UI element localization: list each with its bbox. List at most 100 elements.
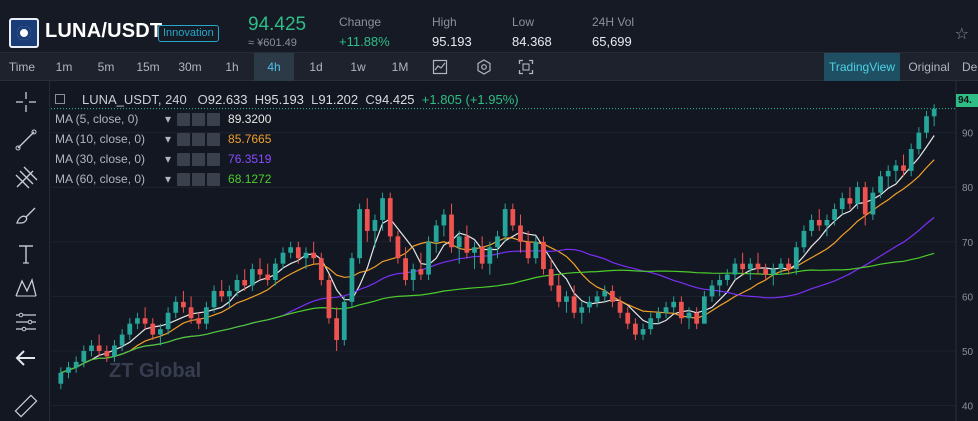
close-value: 94.425 <box>374 92 415 107</box>
candle-body <box>878 176 883 193</box>
candle-body <box>839 198 845 210</box>
interval-30m[interactable]: 30m <box>168 53 212 81</box>
gear-icon[interactable] <box>192 152 206 166</box>
candle-body <box>763 269 769 275</box>
interval-1w[interactable]: 1w <box>338 53 378 81</box>
candle-body <box>265 274 271 281</box>
close-icon[interactable] <box>207 112 221 126</box>
candle-body <box>112 345 117 357</box>
y-tick-label: 40 <box>962 402 974 413</box>
pitchfork-icon[interactable] <box>13 165 39 191</box>
gear-icon[interactable] <box>192 112 206 126</box>
candle-body <box>686 312 692 319</box>
interval-15m[interactable]: 15m <box>128 53 168 81</box>
candle-body <box>487 247 493 264</box>
close-icon[interactable] <box>207 152 221 166</box>
close-label: C <box>365 92 375 107</box>
ticker-header: LUNA/USDT Innovation 94.425 ≈ ¥601.49 Ch… <box>0 0 978 53</box>
candle-body <box>211 290 217 308</box>
candle-body <box>303 252 309 259</box>
study-ma30[interactable]: MA (30, close, 0) ▾ 76.3519 <box>55 149 519 169</box>
star-outline-icon[interactable]: ☆ <box>955 24 969 44</box>
candle-body <box>196 318 202 324</box>
stat-label: High <box>432 15 457 29</box>
candle-body <box>801 230 807 248</box>
candle-body <box>709 285 715 297</box>
view-tradingview-tab[interactable]: TradingView <box>824 53 900 81</box>
close-icon[interactable] <box>207 132 221 146</box>
trendline-icon[interactable] <box>13 127 39 153</box>
price-axis: 90 80 70 60 50 40 <box>955 81 978 421</box>
fiat-price: ≈ ¥601.49 <box>248 37 297 49</box>
candle-body <box>571 296 577 313</box>
y-tick-label: 70 <box>962 238 974 249</box>
study-ma10[interactable]: MA (10, close, 0) ▾ 85.7665 <box>55 129 519 149</box>
ma-line <box>60 159 935 374</box>
stat-volume: 24H Vol 65,699 <box>592 15 634 49</box>
interval-1h[interactable]: 1h <box>212 53 252 81</box>
interval-1d[interactable]: 1d <box>296 53 336 81</box>
candle-body <box>472 247 477 253</box>
candle-body <box>678 301 684 319</box>
candle-body <box>295 247 301 259</box>
interval-4h[interactable]: 4h <box>254 53 294 81</box>
eye-icon[interactable] <box>177 132 191 146</box>
candle-body <box>81 350 87 362</box>
candle-body <box>663 307 669 313</box>
interval-5m[interactable]: 5m <box>84 53 128 81</box>
candle-body <box>518 225 523 242</box>
study-value: 76.3519 <box>228 152 272 166</box>
eye-icon[interactable] <box>177 152 191 166</box>
candle-body <box>556 285 562 302</box>
candle-body <box>418 269 424 275</box>
close-icon[interactable] <box>207 172 221 186</box>
collapse-legend-icon[interactable] <box>55 94 65 104</box>
gear-icon[interactable] <box>192 172 206 186</box>
interval-1M[interactable]: 1M <box>380 53 420 81</box>
candle-body <box>625 312 631 324</box>
stat-label: Low <box>512 15 535 29</box>
low-value: 91.202 <box>318 92 359 107</box>
ohlc-legend: LUNA_USDT, 240 O92.633 H95.193 L91.202 C… <box>55 91 519 109</box>
area-chart-icon[interactable] <box>432 59 448 75</box>
eye-icon[interactable] <box>177 172 191 186</box>
candle-body <box>908 149 914 171</box>
candle-body <box>387 198 393 237</box>
measure-icon[interactable] <box>13 309 39 335</box>
open-label: O <box>197 92 208 107</box>
pattern-icon[interactable] <box>13 275 39 301</box>
y-tick-label: 90 <box>962 129 974 140</box>
candle-body <box>633 323 638 335</box>
gear-icon[interactable] <box>192 132 206 146</box>
candle-body <box>525 241 531 259</box>
candle-body <box>617 301 623 313</box>
view-original-tab[interactable]: Original <box>902 53 956 81</box>
study-ma5[interactable]: MA (5, close, 0) ▾ 89.3200 <box>55 109 519 129</box>
settings-hex-icon[interactable] <box>476 59 492 75</box>
brush-icon[interactable] <box>13 203 39 229</box>
candle-body <box>219 290 225 297</box>
candle-body <box>740 263 746 270</box>
view-depth-tab[interactable]: De <box>958 53 978 81</box>
study-name: MA (5, close, 0) <box>55 112 139 126</box>
candle-body <box>280 252 286 264</box>
study-ma60[interactable]: MA (60, close, 0) ▾ 68.1272 <box>55 169 519 189</box>
candle-body <box>73 361 79 368</box>
study-name: MA (30, close, 0) <box>55 152 146 166</box>
eye-icon[interactable] <box>177 112 191 126</box>
interval-time[interactable]: Time <box>0 53 44 81</box>
text-tool-icon[interactable] <box>13 241 39 267</box>
candle-body <box>364 209 370 231</box>
stat-low: Low 84.368 <box>512 15 552 49</box>
candle-body <box>242 280 248 286</box>
candle-body <box>502 209 508 237</box>
interval-1m[interactable]: 1m <box>44 53 84 81</box>
ruler-icon[interactable] <box>13 393 39 419</box>
candle-body <box>594 296 600 302</box>
candle-body <box>479 247 485 264</box>
crosshair-icon[interactable] <box>13 89 39 115</box>
back-arrow-icon[interactable] <box>13 345 39 371</box>
candle-body <box>449 214 454 248</box>
candle-body <box>158 329 163 335</box>
fullscreen-icon[interactable] <box>518 59 534 75</box>
